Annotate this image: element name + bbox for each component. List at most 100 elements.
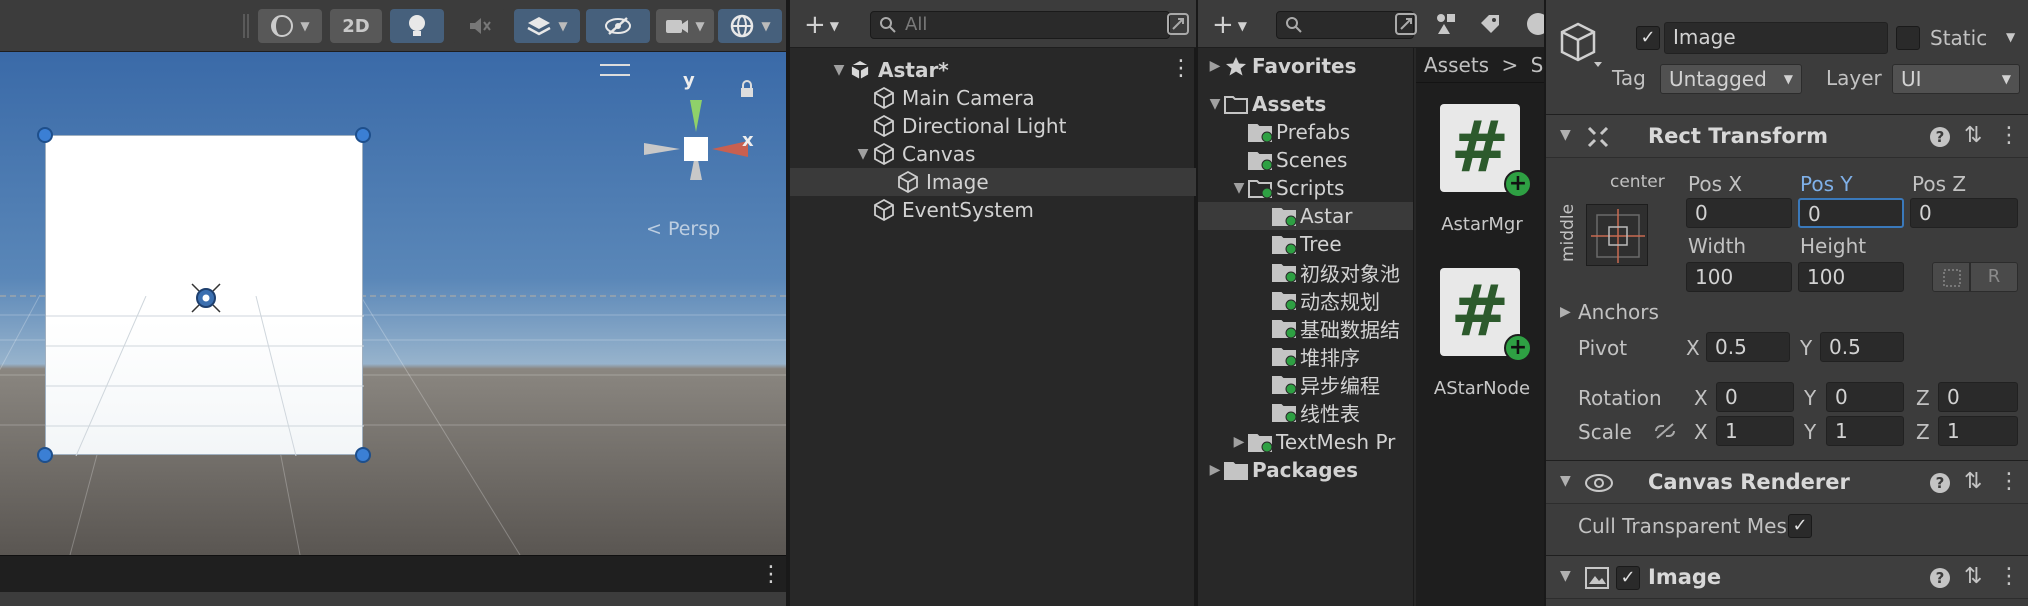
project-folder-item[interactable]: ▶ Favorites	[1198, 52, 1413, 80]
hierarchy-search-input[interactable]: All	[870, 11, 1170, 39]
gizmos-toggle[interactable]: ▼	[718, 9, 782, 43]
help-icon[interactable]: ?	[1930, 127, 1950, 147]
expand-caret-icon[interactable]: ▶	[1206, 58, 1224, 74]
project-folder-item[interactable]: 堆排序	[1198, 342, 1413, 370]
help-icon[interactable]: ?	[1930, 473, 1950, 493]
pos-y-field[interactable]: 0	[1798, 198, 1904, 228]
scale-x-field[interactable]: 1	[1716, 416, 1794, 446]
presets-icon[interactable]: ⇅	[1964, 469, 1982, 494]
pivot-x-field[interactable]: 0.5	[1706, 332, 1790, 362]
script-asset[interactable]: # + AStarNode	[1434, 268, 1532, 399]
effects-toggle[interactable]: ▼	[514, 9, 580, 43]
expand-caret-icon[interactable]: ▼	[854, 146, 872, 162]
lighting-toggle[interactable]	[390, 9, 444, 43]
component-menu-icon[interactable]: ⋮	[1998, 123, 2020, 148]
favorite-filter-icon[interactable]	[1520, 10, 1544, 38]
object-name-field[interactable]: Image	[1664, 22, 1888, 54]
expand-caret-icon[interactable]: ▼	[1206, 96, 1224, 112]
raw-edit-button[interactable]: R	[1970, 262, 2018, 292]
collapse-caret-icon[interactable]: ▼	[1560, 568, 1571, 584]
lock-icon[interactable]	[738, 80, 756, 98]
project-folder-item[interactable]: Scenes	[1198, 146, 1413, 174]
project-folder-item[interactable]: Prefabs	[1198, 118, 1413, 146]
scale-z-field[interactable]: 1	[1938, 416, 2018, 446]
scene-visibility-toggle[interactable]	[586, 9, 650, 43]
expand-caret-icon[interactable]: ▼	[830, 62, 848, 78]
project-create-button[interactable]: + ▼	[1212, 10, 1247, 40]
project-folder-item[interactable]: ▼ Assets	[1198, 90, 1413, 118]
project-folder-item[interactable]: 初级对象池	[1198, 258, 1413, 286]
mode-2d-button[interactable]: 2D	[330, 9, 382, 43]
hierarchy-item[interactable]: EventSystem	[790, 196, 1196, 224]
overlay-menu-icon[interactable]	[600, 64, 630, 76]
open-external-icon[interactable]	[1394, 12, 1418, 36]
presets-icon[interactable]: ⇅	[1964, 123, 1982, 148]
anchor-presets-button[interactable]	[1586, 204, 1648, 266]
audio-toggle[interactable]	[452, 9, 506, 43]
anchors-expand-icon[interactable]: ▶	[1560, 304, 1571, 320]
scene-menu-icon[interactable]: ⋮	[1170, 56, 1192, 81]
rect-handle-bottom-right[interactable]	[355, 447, 371, 463]
project-folder-item[interactable]: 基础数据结	[1198, 314, 1413, 342]
project-folder-item[interactable]: Tree	[1198, 230, 1413, 258]
height-field[interactable]: 100	[1798, 262, 1904, 292]
static-checkbox[interactable]	[1896, 26, 1920, 50]
scale-y-field[interactable]: 1	[1826, 416, 1904, 446]
canvas-renderer-header[interactable]: ▼ Canvas Renderer ? ⇅ ⋮	[1546, 460, 2028, 504]
cull-transparent-checkbox[interactable]: ✓	[1788, 514, 1812, 538]
collapse-caret-icon[interactable]: ▼	[1560, 127, 1571, 143]
static-dropdown-arrow[interactable]: ▼	[2006, 30, 2015, 44]
project-folder-item[interactable]: 线性表	[1198, 398, 1413, 426]
project-folder-item[interactable]: 异步编程	[1198, 370, 1413, 398]
pos-x-field[interactable]: 0	[1686, 198, 1792, 228]
project-folder-item[interactable]: ▼ Scripts	[1198, 174, 1413, 202]
blueprint-mode-button[interactable]	[1932, 262, 1970, 292]
rect-handle-top-right[interactable]	[355, 127, 371, 143]
perspective-label[interactable]: < Persp	[646, 218, 720, 240]
anchors-label[interactable]: Anchors	[1578, 300, 1659, 324]
tag-dropdown[interactable]: Untagged ▼	[1660, 64, 1802, 94]
expand-caret-icon[interactable]: ▼	[1230, 180, 1248, 196]
help-icon[interactable]: ?	[1930, 568, 1950, 588]
active-checkbox[interactable]: ✓	[1636, 26, 1660, 50]
scene-view[interactable]: ▼ 2D ▼ ▼ ▼ y x < Persp ⋮	[0, 0, 786, 606]
component-menu-icon[interactable]: ⋮	[1998, 469, 2020, 494]
create-menu-button[interactable]: + ▼	[804, 10, 839, 40]
project-folder-item[interactable]: 动态规划	[1198, 286, 1413, 314]
rotation-x-field[interactable]: 0	[1716, 382, 1794, 412]
label-tag-icon[interactable]	[1478, 12, 1502, 36]
rect-handle-bottom-left[interactable]	[37, 447, 53, 463]
pos-z-field[interactable]: 0	[1910, 198, 2018, 228]
image-component-header[interactable]: ▼ ✓ Image ? ⇅ ⋮	[1546, 555, 2028, 599]
camera-settings-button[interactable]: ▼	[656, 9, 714, 43]
presets-icon[interactable]: ⇅	[1964, 564, 1982, 589]
expand-caret-icon[interactable]: ▶	[1206, 462, 1224, 478]
project-folder-item[interactable]: ▶ TextMesh Pr	[1198, 428, 1413, 456]
hierarchy-item[interactable]: Main Camera	[790, 84, 1196, 112]
component-menu-icon[interactable]: ⋮	[1998, 564, 2020, 589]
search-by-type-icon[interactable]	[1434, 12, 1460, 36]
scene-visibility-icon[interactable]	[1166, 12, 1190, 36]
rotation-z-field[interactable]: 0	[1938, 382, 2018, 412]
collapse-caret-icon[interactable]: ▼	[1560, 473, 1571, 489]
expand-caret-icon[interactable]: ▶	[1230, 434, 1248, 450]
script-asset[interactable]: # + AstarMgr	[1440, 104, 1532, 235]
rotation-y-field[interactable]: 0	[1826, 382, 1904, 412]
layer-dropdown[interactable]: UI ▼	[1892, 64, 2020, 94]
image-enabled-checkbox[interactable]: ✓	[1616, 566, 1640, 590]
breadcrumb-current[interactable]: Sc	[1531, 53, 1544, 77]
breadcrumb-root[interactable]: Assets	[1424, 53, 1489, 77]
rect-transform-header[interactable]: ▼ Rect Transform ? ⇅ ⋮	[1546, 114, 2028, 158]
hierarchy-item[interactable]: Directional Light	[790, 112, 1196, 140]
project-folder-item[interactable]: Astar	[1198, 202, 1413, 230]
hierarchy-item[interactable]: Image	[790, 168, 1196, 196]
rect-handle-top-left[interactable]	[37, 127, 53, 143]
shading-mode-button[interactable]: ▼	[258, 9, 322, 43]
more-options-icon[interactable]: ⋮	[760, 562, 782, 587]
project-folder-item[interactable]: ▶ Packages	[1198, 456, 1413, 484]
pivot-y-field[interactable]: 0.5	[1820, 332, 1904, 362]
hierarchy-item[interactable]: ▼ Canvas	[790, 140, 1196, 168]
pivot-anchor-icon[interactable]	[188, 280, 224, 316]
hierarchy-scene-row[interactable]: ▼ Astar*	[790, 56, 1196, 84]
width-field[interactable]: 100	[1686, 262, 1792, 292]
